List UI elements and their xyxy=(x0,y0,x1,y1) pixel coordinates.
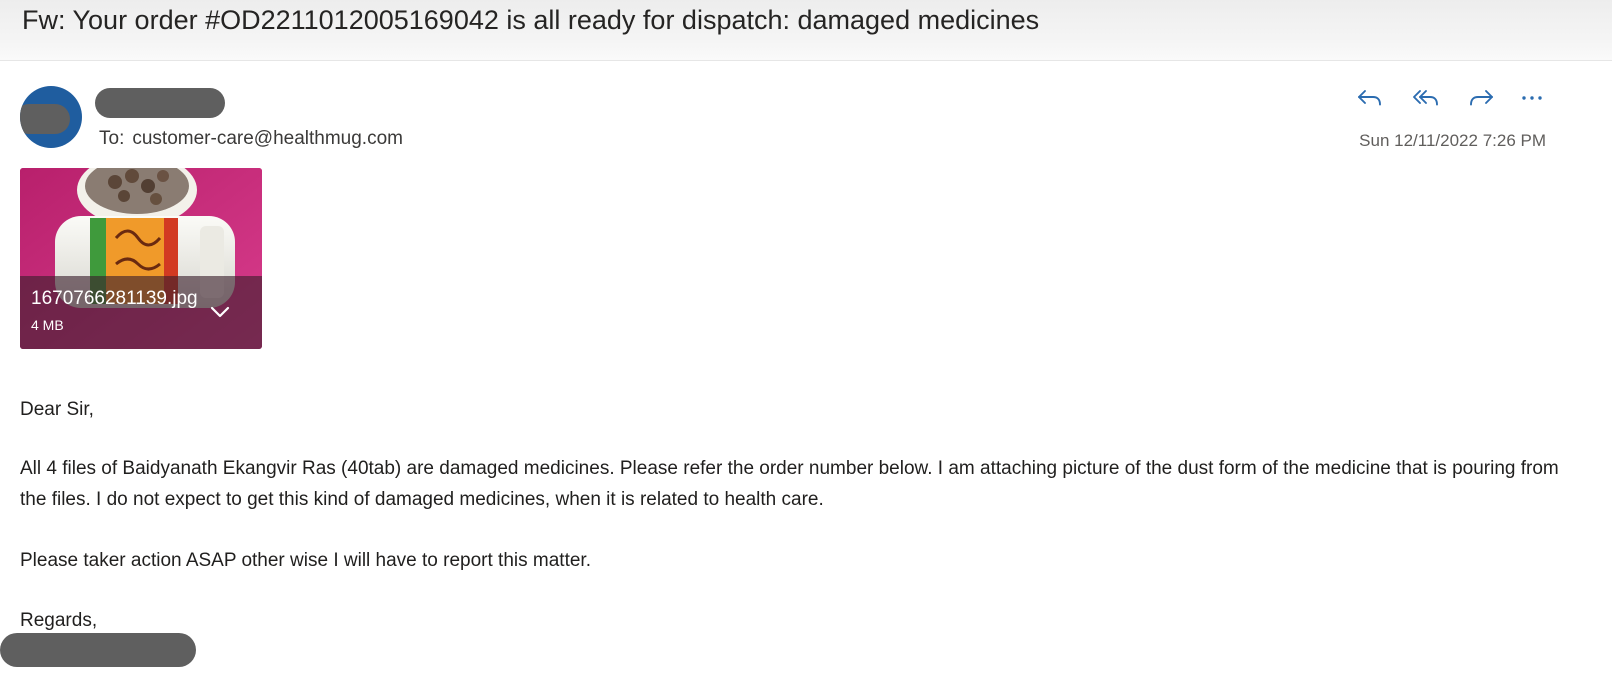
avatar[interactable] xyxy=(20,86,82,148)
reply-button[interactable] xyxy=(1352,84,1388,112)
chevron-down-icon xyxy=(208,306,232,328)
more-icon xyxy=(1520,86,1544,110)
avatar-redaction xyxy=(20,104,70,134)
recipient-line: To: customer-care@healthmug.com xyxy=(99,127,403,151)
forward-button[interactable] xyxy=(1463,84,1499,112)
body-greeting: Dear Sir, xyxy=(20,399,94,420)
reply-icon xyxy=(1356,86,1384,110)
signature-redaction xyxy=(0,633,196,667)
to-label: To: xyxy=(99,128,125,149)
body-closing: Regards, xyxy=(20,610,98,631)
attachment-options-button[interactable] xyxy=(208,300,232,324)
reply-all-button[interactable] xyxy=(1408,84,1444,112)
sent-date: Sun 12/11/2022 7:26 PM xyxy=(1359,131,1546,150)
sender-name-redaction xyxy=(95,88,225,118)
attachment-file-size: 4 MB xyxy=(31,317,64,333)
body-paragraph-2: Please taker action ASAP other wise I wi… xyxy=(20,550,591,571)
email-subject: Fw: Your order #OD221101200516904​2 is a… xyxy=(22,5,1040,35)
body-paragraph-1: All 4 files of Baidyanath Ekangvir Ras (… xyxy=(20,458,1559,510)
attachment-file-name: 1670766281139.jpg xyxy=(31,288,198,309)
subject-bar: Fw: Your order #OD221101200516904​2 is a… xyxy=(0,0,1612,61)
more-actions-button[interactable] xyxy=(1514,84,1550,112)
recipient-address[interactable]: customer-care@healthmug.com xyxy=(132,128,403,149)
reply-all-icon xyxy=(1411,86,1441,110)
forward-icon xyxy=(1467,86,1495,110)
message-actions xyxy=(1350,84,1550,112)
